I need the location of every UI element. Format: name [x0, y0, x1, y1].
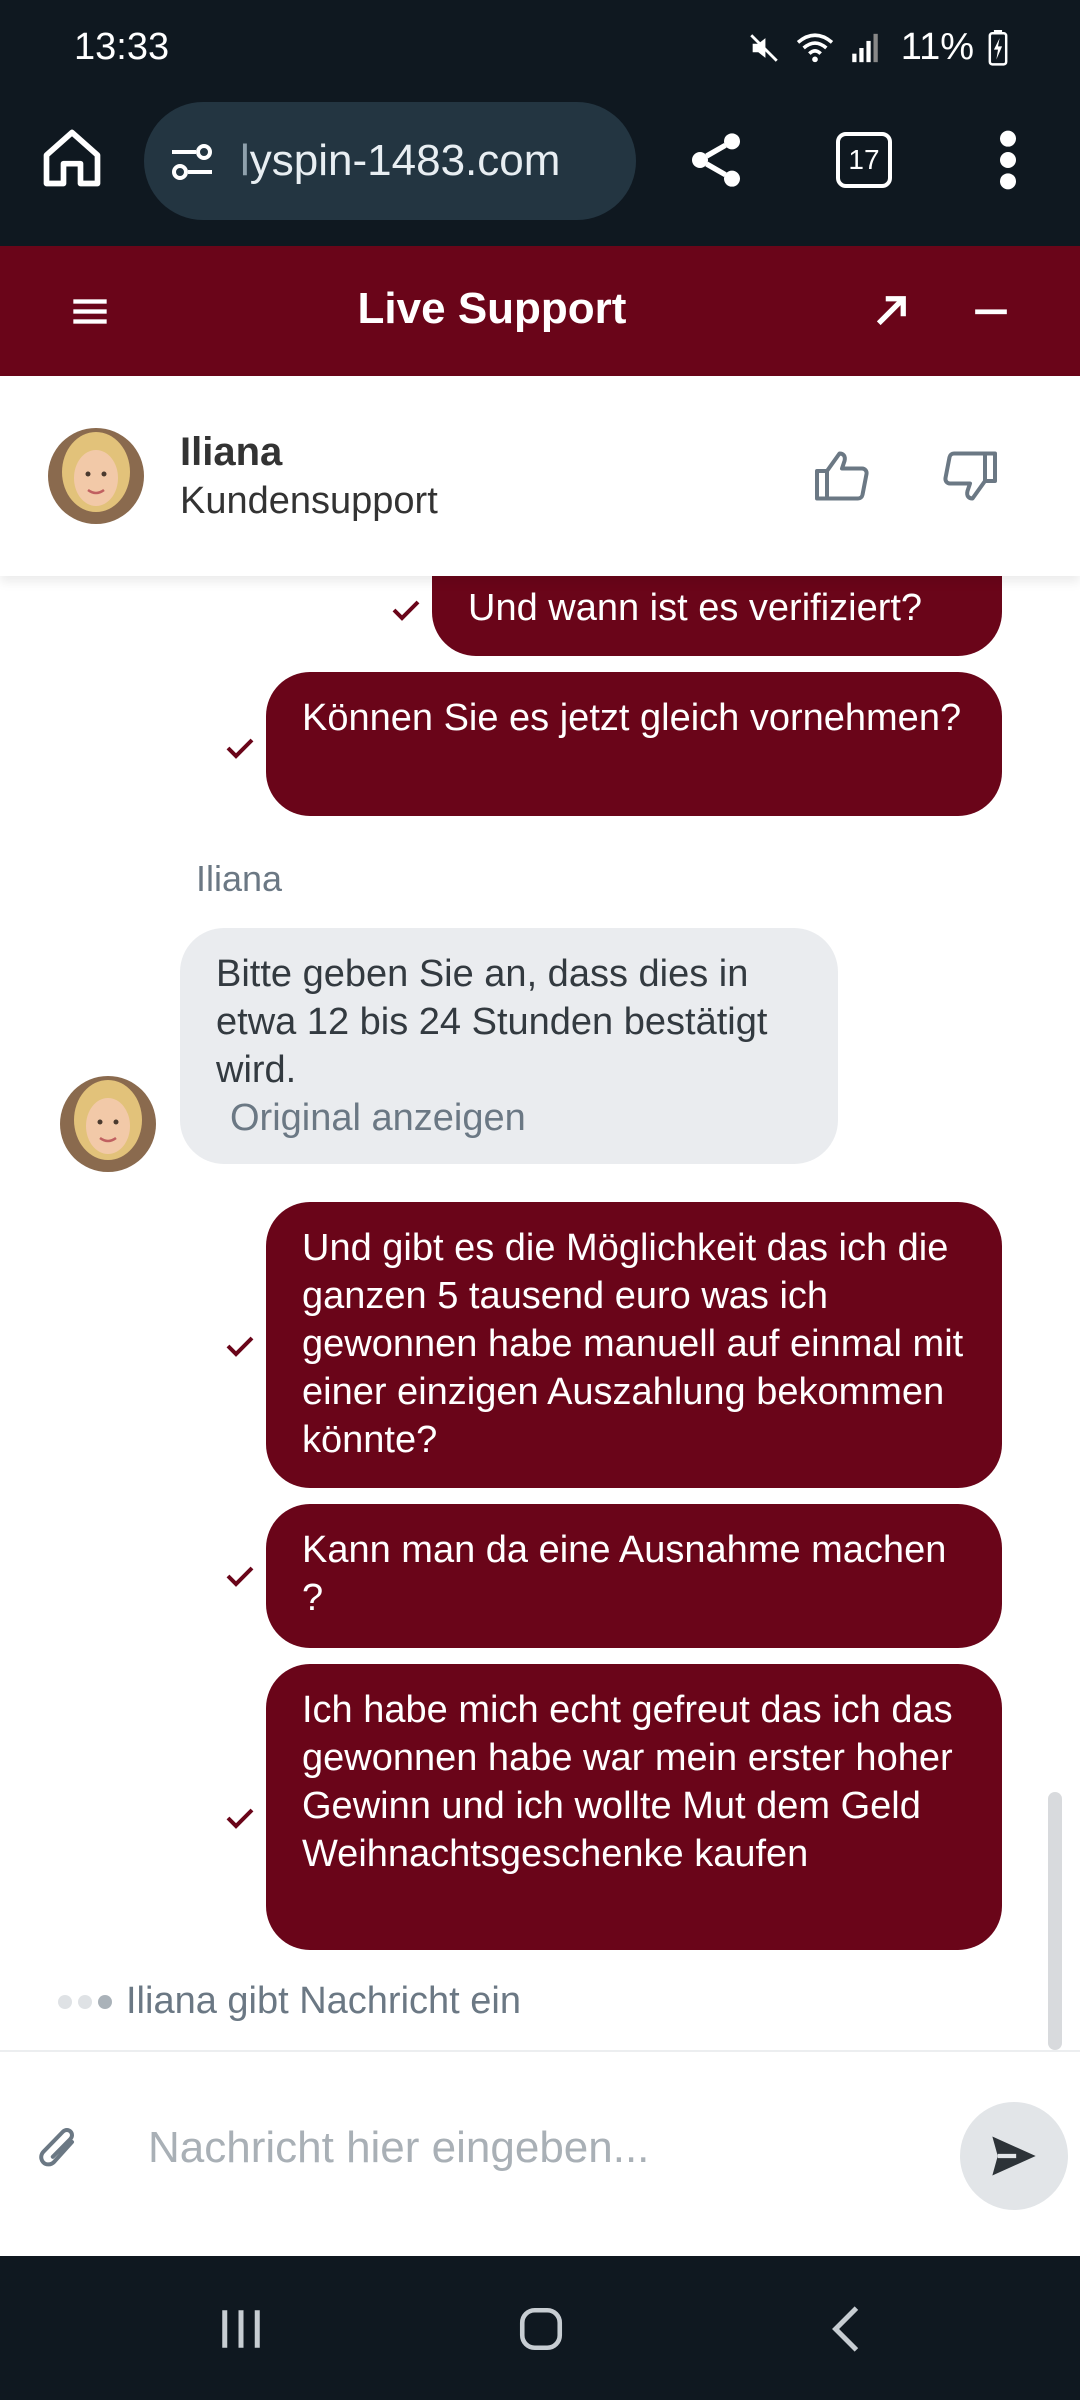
- wifi-icon: [796, 32, 833, 62]
- paperclip-icon[interactable]: [36, 2124, 84, 2180]
- battery-percent: 11%: [900, 26, 974, 68]
- nav-home-icon[interactable]: [516, 2304, 566, 2354]
- sent-check-icon: [226, 1336, 254, 1357]
- sent-check-icon: [226, 1808, 254, 1829]
- share-icon[interactable]: [684, 128, 748, 192]
- thumbs-up-icon[interactable]: [812, 446, 872, 506]
- chat-messages[interactable]: Und wann ist es verifiziert? Können Sie …: [0, 560, 1080, 2050]
- tab-switcher-button[interactable]: 17: [836, 132, 892, 188]
- thumbs-down-icon[interactable]: [940, 446, 1000, 506]
- message-sender-name: Iliana: [196, 858, 283, 899]
- browser-toolbar: lyspin-1483.com 17: [0, 100, 1080, 226]
- chat-scrollbar[interactable]: [1048, 1792, 1062, 2050]
- status-time: 13:33: [74, 26, 170, 68]
- recent-apps-icon[interactable]: [216, 2306, 266, 2352]
- home-icon[interactable]: [38, 124, 106, 192]
- agent-info-bar: Iliana Kundensupport: [0, 376, 1080, 576]
- agent-role: Kundensupport: [180, 480, 438, 522]
- agent-name: Iliana: [180, 430, 283, 474]
- typing-dots-icon: [58, 1994, 112, 2009]
- url-text: lyspin-1483.com: [240, 136, 561, 185]
- sent-check-icon: [226, 1566, 254, 1587]
- agent-message-avatar: [60, 1076, 156, 1172]
- message-outgoing: Können Sie es jetzt gleich vornehmen?: [266, 672, 1002, 816]
- status-bar: 13:33 11%: [0, 0, 1080, 96]
- mute-icon: [749, 33, 778, 62]
- tab-count: 17: [848, 144, 880, 175]
- status-icons: 11%: [747, 26, 1008, 69]
- show-original-link[interactable]: Original anzeigen: [216, 1094, 802, 1142]
- typing-indicator: Iliana gibt Nachricht ein: [58, 1980, 521, 2023]
- send-button[interactable]: [960, 2102, 1068, 2210]
- message-input[interactable]: [148, 2108, 928, 2188]
- message-composer: [0, 2050, 1080, 2256]
- back-icon[interactable]: [826, 2304, 866, 2354]
- message-incoming-text: Bitte geben Sie an, dass dies in etwa 12…: [216, 953, 768, 1091]
- send-icon: [992, 2136, 1036, 2176]
- typing-text: Iliana gibt Nachricht ein: [126, 1980, 521, 2022]
- more-menu-icon[interactable]: [996, 128, 1020, 192]
- minimize-icon[interactable]: [972, 292, 1010, 330]
- message-outgoing: Und gibt es die Möglichkeit das ich die …: [266, 1202, 1002, 1488]
- sent-check-icon: [226, 738, 254, 759]
- expand-icon[interactable]: [870, 290, 912, 332]
- sent-check-icon: [392, 600, 420, 621]
- signal-icon: [852, 33, 878, 62]
- site-settings-icon[interactable]: [168, 138, 216, 186]
- message-outgoing: Kann man da eine Ausnahme machen ?: [266, 1504, 1002, 1648]
- chat-header: Live Support: [0, 246, 1080, 376]
- agent-avatar: [48, 428, 144, 524]
- chat-title: Live Support: [357, 284, 627, 333]
- message-outgoing: Ich habe mich echt gefreut das ich das g…: [266, 1664, 1002, 1950]
- system-nav-bar: [0, 2256, 1080, 2400]
- message-incoming: Bitte geben Sie an, dass dies in etwa 12…: [180, 928, 838, 1164]
- address-bar[interactable]: lyspin-1483.com: [144, 102, 636, 220]
- battery-charging-icon: [988, 29, 1008, 66]
